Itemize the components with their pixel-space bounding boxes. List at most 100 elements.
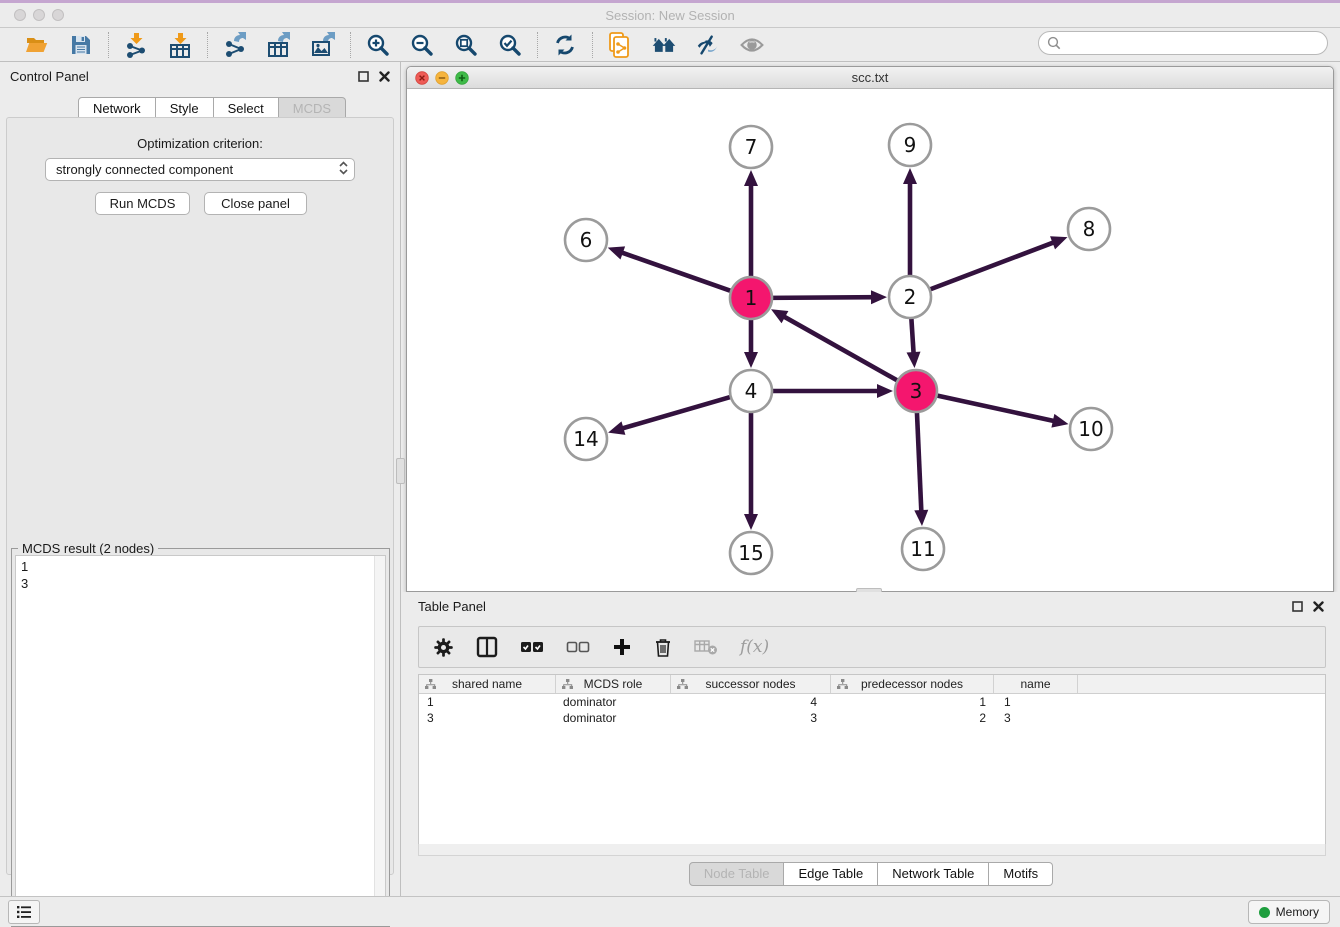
open-session-icon[interactable] <box>24 32 50 58</box>
import-table-icon[interactable] <box>167 32 193 58</box>
zoom-out-icon[interactable] <box>409 32 435 58</box>
table-tabs: Node Table Edge Table Network Table Moti… <box>402 862 1340 886</box>
column-header-shared-name[interactable]: shared name <box>419 675 556 693</box>
optimization-criterion-label: Optimization criterion: <box>7 136 393 151</box>
mcds-result-textarea[interactable]: 1 3 <box>15 555 386 923</box>
close-panel-icon[interactable] <box>1313 601 1324 612</box>
graph-node-label: 14 <box>573 427 598 451</box>
network-canvas[interactable]: 7968124314101511 <box>407 89 1333 591</box>
network-window-title: scc.txt <box>407 67 1333 88</box>
gear-icon[interactable] <box>433 637 454 658</box>
zoom-fit-icon[interactable] <box>453 32 479 58</box>
network-window-titlebar[interactable]: scc.txt <box>407 67 1333 89</box>
tab-network-table[interactable]: Network Table <box>878 862 989 886</box>
vertical-split-handle[interactable] <box>396 458 405 484</box>
ndex-network-icon[interactable] <box>607 32 633 58</box>
memory-status-icon <box>1259 907 1270 918</box>
mcds-result-group: MCDS result (2 nodes) 1 3 <box>11 548 390 927</box>
column-header-successor-nodes[interactable]: successor nodes <box>671 675 831 693</box>
delete-column-icon[interactable] <box>654 637 672 658</box>
close-panel-button[interactable]: Close panel <box>204 192 307 215</box>
control-panel-title: Control Panel <box>10 69 89 84</box>
tree-icon <box>424 678 437 694</box>
hide-graphics-icon[interactable] <box>695 32 721 58</box>
export-image-icon[interactable] <box>310 32 336 58</box>
search-input[interactable] <box>1066 33 1327 53</box>
table-row[interactable]: 3 dominator 3 2 3 <box>419 710 1325 726</box>
export-table-icon[interactable] <box>266 32 292 58</box>
table-toolbar: f(x) <box>418 626 1326 668</box>
table-header-row: shared name MCDS role successor nodes pr… <box>419 675 1325 694</box>
table-panel: Table Panel f(x) <box>402 592 1340 896</box>
app-title: Session: New Session <box>0 3 1340 28</box>
columns-icon[interactable] <box>476 636 498 658</box>
graph-node-label: 4 <box>745 379 758 403</box>
homes-icon[interactable] <box>651 32 677 58</box>
search-icon <box>1047 36 1061 50</box>
refresh-icon[interactable] <box>552 32 578 58</box>
deselect-all-icon[interactable] <box>566 639 590 655</box>
graph-node-label: 2 <box>904 285 917 309</box>
function-builder-icon[interactable]: f(x) <box>740 637 769 657</box>
status-bar: Memory <box>0 896 1340 926</box>
tab-node-table[interactable]: Node Table <box>689 862 785 886</box>
tab-motifs[interactable]: Motifs <box>989 862 1053 886</box>
main-toolbar <box>0 28 1340 62</box>
memory-label: Memory <box>1276 905 1319 919</box>
graph-node-label: 10 <box>1078 417 1103 441</box>
column-header-predecessor-nodes[interactable]: predecessor nodes <box>831 675 994 693</box>
memory-button[interactable]: Memory <box>1248 900 1330 924</box>
node-table[interactable]: shared name MCDS role successor nodes pr… <box>418 674 1326 856</box>
result-scrollbar[interactable] <box>374 556 385 922</box>
table-horizontal-scrollbar[interactable] <box>418 844 1326 856</box>
graph-node-label: 7 <box>745 135 758 159</box>
tree-icon <box>676 678 689 694</box>
net-close-button[interactable] <box>415 71 429 85</box>
graph-node-label: 6 <box>580 228 593 252</box>
window-zoom-button[interactable] <box>52 9 64 21</box>
result-line: 1 <box>21 558 380 575</box>
mcds-panel: Optimization criterion: strongly connect… <box>6 117 394 875</box>
table-row[interactable]: 1 dominator 4 1 1 <box>419 694 1325 710</box>
column-header-mcds-role[interactable]: MCDS role <box>556 675 671 693</box>
mcds-result-title: MCDS result (2 nodes) <box>18 541 158 556</box>
zoom-selected-icon[interactable] <box>497 32 523 58</box>
network-window: scc.txt 7968124314101511 <box>406 66 1334 592</box>
window-minimize-button[interactable] <box>33 9 45 21</box>
task-history-button[interactable] <box>8 900 40 924</box>
list-icon <box>16 905 32 919</box>
search-box[interactable] <box>1038 31 1328 55</box>
float-panel-icon[interactable] <box>358 71 369 82</box>
net-minimize-button[interactable] <box>435 71 449 85</box>
tree-icon <box>561 678 574 694</box>
app-titlebar: Session: New Session <box>0 3 1340 28</box>
run-mcds-button[interactable]: Run MCDS <box>95 192 190 215</box>
net-zoom-button[interactable] <box>455 71 469 85</box>
graph-node-label: 8 <box>1083 217 1096 241</box>
add-column-icon[interactable] <box>612 637 632 657</box>
window-close-button[interactable] <box>14 9 26 21</box>
close-panel-icon[interactable] <box>379 71 390 82</box>
eye-icon[interactable] <box>739 32 765 58</box>
select-all-icon[interactable] <box>520 639 544 655</box>
network-graph[interactable]: 7968124314101511 <box>407 89 1333 591</box>
result-line: 3 <box>21 575 380 592</box>
column-header-name[interactable]: name <box>994 675 1078 693</box>
optimization-criterion-select[interactable]: strongly connected component <box>45 158 355 181</box>
tree-icon <box>836 678 849 694</box>
export-network-icon[interactable] <box>222 32 248 58</box>
tab-edge-table[interactable]: Edge Table <box>784 862 878 886</box>
control-panel: Control Panel Network Style Select MCDS … <box>0 62 401 896</box>
save-session-icon[interactable] <box>68 32 94 58</box>
import-network-icon[interactable] <box>123 32 149 58</box>
chevron-updown-icon <box>339 161 348 178</box>
zoom-in-icon[interactable] <box>365 32 391 58</box>
selected-criterion: strongly connected component <box>56 162 233 177</box>
delete-table-icon[interactable] <box>694 638 718 656</box>
float-panel-icon[interactable] <box>1292 601 1303 612</box>
graph-node-label: 15 <box>738 541 763 565</box>
table-panel-title: Table Panel <box>418 599 486 614</box>
graph-node-label: 11 <box>910 537 935 561</box>
graph-node-label: 9 <box>904 133 917 157</box>
graph-node-label: 3 <box>910 379 923 403</box>
